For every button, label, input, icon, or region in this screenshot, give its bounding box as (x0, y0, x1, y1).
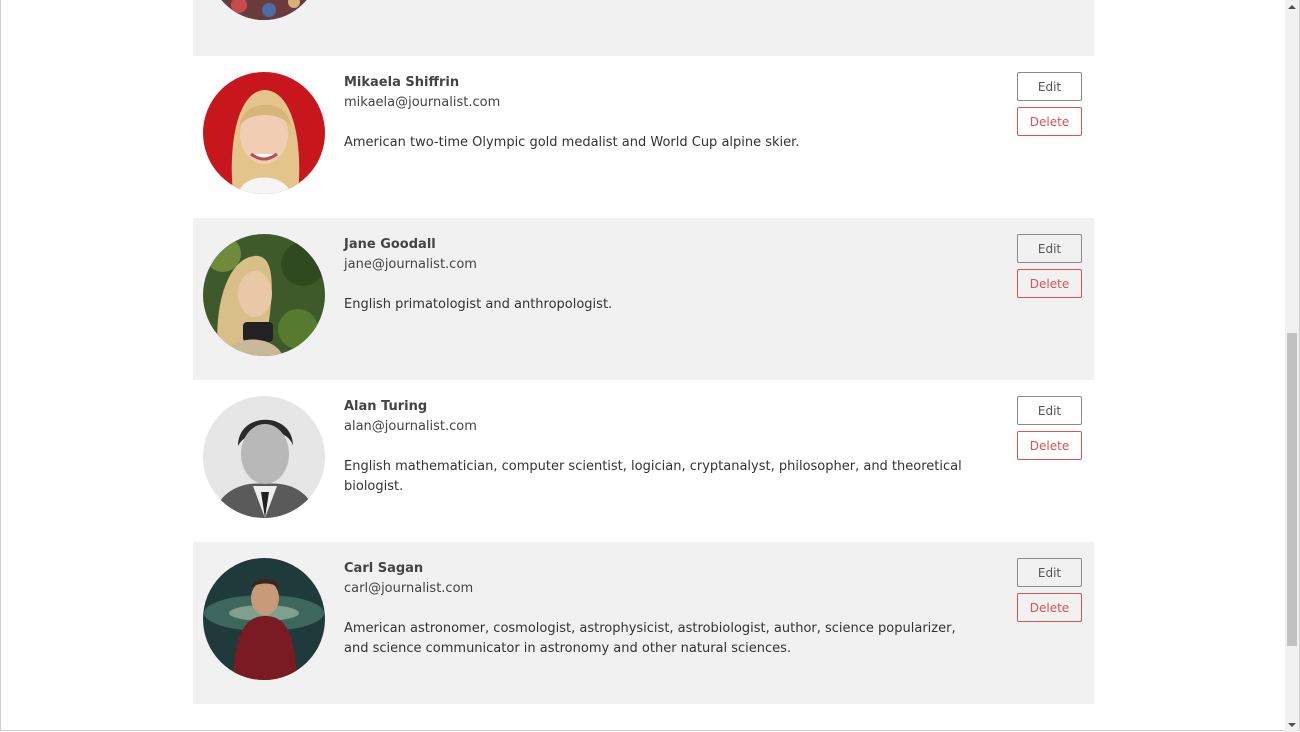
profile-bio: English primatologist and anthropologist… (344, 297, 613, 312)
profile-name: Mikaela Shiffrin (344, 75, 460, 90)
delete-button[interactable]: Delete (1017, 431, 1082, 460)
profile-email: alan@journalist.com (344, 419, 477, 434)
profile-name: Carl Sagan (344, 561, 424, 576)
scroll-down-arrow-icon[interactable] (1285, 718, 1299, 732)
profile-row: Alan Turing alan@journalist.com English … (193, 380, 1094, 542)
scrollbar-thumb[interactable] (1287, 333, 1297, 646)
avatar (203, 72, 325, 194)
delete-button[interactable]: Delete (1017, 269, 1082, 298)
delete-button[interactable]: Delete (1017, 107, 1082, 136)
edit-button[interactable]: Edit (1017, 72, 1082, 101)
profile-name: Alan Turing (344, 399, 428, 414)
profile-row: Jane Goodall jane@journalist.com English… (193, 218, 1094, 380)
edit-button[interactable]: Edit (1017, 234, 1082, 263)
profile-email: jane@journalist.com (344, 257, 477, 272)
vertical-scrollbar[interactable] (1285, 0, 1299, 732)
profile-name: Jane Goodall (344, 237, 436, 252)
profile-email: mikaela@journalist.com (344, 95, 501, 110)
avatar (203, 234, 325, 356)
profile-row: Mikaela Shiffrin mikaela@journalist.com … (193, 56, 1094, 218)
avatar (203, 396, 325, 518)
avatar (203, 558, 325, 680)
profile-list: Mikaela Shiffrin mikaela@journalist.com … (193, 0, 1094, 704)
edit-button[interactable]: Edit (1017, 558, 1082, 587)
scroll-up-arrow-icon[interactable] (1285, 0, 1299, 14)
delete-button[interactable]: Delete (1017, 593, 1082, 622)
profile-row: Carl Sagan carl@journalist.com American … (193, 542, 1094, 704)
edit-button[interactable]: Edit (1017, 396, 1082, 425)
profile-bio: English mathematician, computer scientis… (344, 459, 962, 494)
profile-email: carl@journalist.com (344, 581, 474, 596)
profile-bio: American two-time Olympic gold medalist … (344, 135, 800, 150)
avatar (209, 0, 319, 20)
profile-bio: American astronomer, cosmologist, astrop… (344, 621, 956, 656)
profile-row-partial (193, 0, 1094, 56)
